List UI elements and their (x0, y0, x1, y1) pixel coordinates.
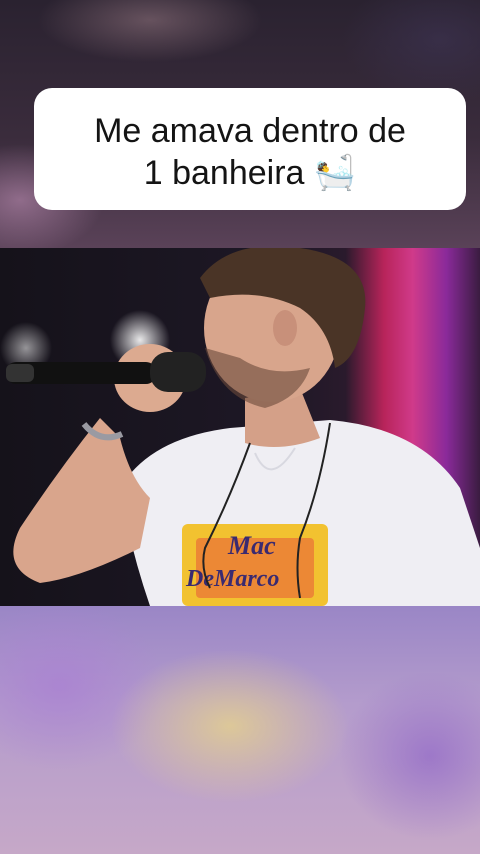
caption-line-2: 1 banheira 🛀 (54, 152, 446, 194)
caption-card: Me amava dentro de 1 banheira 🛀 (34, 88, 466, 210)
bathtub-icon: 🛀 (313, 154, 357, 192)
shirt-text-line1: Mac (227, 531, 276, 560)
video-post-screen: Me amava dentro de 1 banheira 🛀 Mac DeMa… (0, 0, 480, 854)
singer-illustration: Mac DeMarco (6, 248, 480, 606)
caption-line-1: Me amava dentro de (94, 112, 406, 150)
caption-line-2-text: 1 banheira (143, 154, 305, 192)
microphone-icon (6, 352, 206, 392)
blurred-background-bottom (0, 606, 480, 854)
video-frame[interactable]: Mac DeMarco (0, 248, 480, 606)
shirt-text-line2: DeMarco (185, 566, 279, 592)
